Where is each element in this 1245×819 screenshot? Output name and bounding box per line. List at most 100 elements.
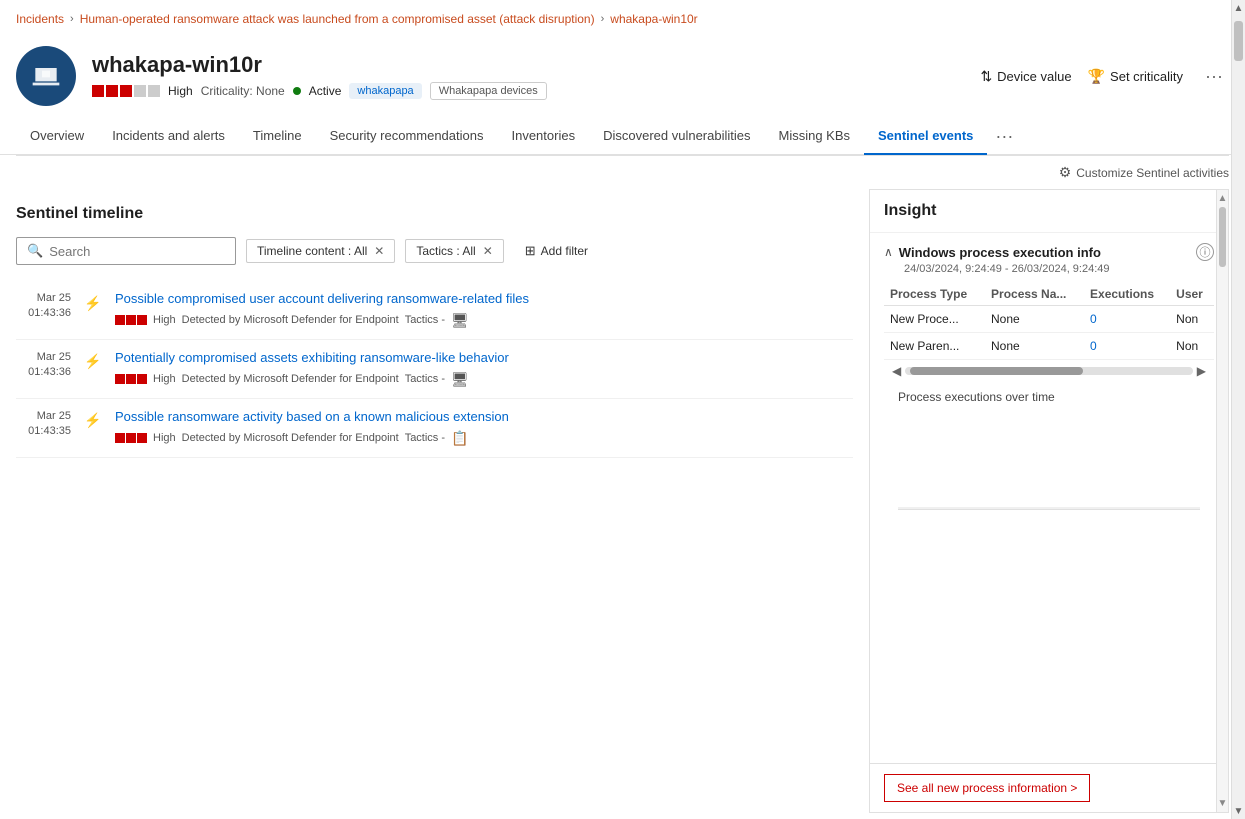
timeline-time-3: Mar 25 01:43:35: [16, 409, 71, 447]
chart-area: [898, 410, 1200, 510]
cell-process-type-1: New Proce...: [884, 306, 985, 333]
meta-source-3: Detected by Microsoft Defender for Endpo…: [182, 432, 399, 444]
meta-severity-1: [115, 315, 147, 325]
h-scroll-thumb: [910, 367, 1083, 375]
global-scroll-track[interactable]: [1232, 16, 1245, 803]
customize-label: Customize Sentinel activities: [1076, 166, 1229, 180]
header-actions: ⇅ Device value 🏆 Set criticality ···: [980, 64, 1229, 89]
tab-security-recommendations[interactable]: Security recommendations: [316, 118, 498, 155]
set-criticality-label: Set criticality: [1110, 69, 1183, 84]
left-panel: Sentinel timeline 🔍 Timeline content : A…: [0, 189, 869, 813]
content-area: Sentinel timeline 🔍 Timeline content : A…: [0, 189, 1245, 813]
tab-sentinel-events[interactable]: Sentinel events: [864, 118, 987, 155]
tactics-icon-1: 🖥: [451, 312, 469, 329]
more-options-btn[interactable]: ···: [1199, 64, 1229, 89]
timeline-hour-3: 01:43:35: [16, 424, 71, 439]
device-value-label: Device value: [997, 69, 1071, 84]
breadcrumb-incidents[interactable]: Incidents: [16, 12, 64, 26]
timeline-title-3[interactable]: Possible ransomware activity based on a …: [115, 409, 853, 426]
meta-sev-block: [115, 315, 125, 325]
sort-icon: ⇅: [980, 68, 992, 85]
global-scrollbar[interactable]: ▲ ▼: [1231, 0, 1245, 819]
global-scroll-down[interactable]: ▼: [1232, 803, 1245, 819]
tactics-filter[interactable]: Tactics : All ✕: [405, 239, 503, 263]
device-value-btn[interactable]: ⇅ Device value: [980, 68, 1071, 85]
timeline-content-close[interactable]: ✕: [374, 244, 384, 258]
info-icon[interactable]: ⓘ: [1196, 243, 1214, 261]
process-table-wrapper: Process Type Process Na... Executions Us…: [884, 283, 1214, 360]
timeline-meta-1: High Detected by Microsoft Defender for …: [115, 312, 853, 329]
tag-badge-2[interactable]: Whakapapa devices: [430, 82, 547, 100]
horizontal-scrollbar[interactable]: ◀ ▶: [884, 360, 1214, 382]
chart-section: Process executions over time: [884, 382, 1214, 518]
process-date-range: 24/03/2024, 9:24:49 - 26/03/2024, 9:24:4…: [884, 263, 1214, 275]
timeline-time-2: Mar 25 01:43:36: [16, 350, 71, 388]
meta-sev-block: [115, 374, 125, 384]
severity-indicator: [92, 85, 160, 97]
meta-sev-block: [126, 315, 136, 325]
tag-badge-1[interactable]: whakapapa: [349, 83, 421, 99]
h-scroll-left-arrow[interactable]: ◀: [892, 364, 901, 378]
alert-icon-3: ⚡: [81, 409, 105, 433]
cell-process-type-2: New Paren...: [884, 333, 985, 360]
tab-overview[interactable]: Overview: [16, 118, 98, 155]
timeline-date-3: Mar 25: [16, 409, 71, 424]
cell-user-1: Non: [1170, 306, 1214, 333]
timeline-hour-1: 01:43:36: [16, 306, 71, 321]
ins-scroll-down-arrow[interactable]: ▼: [1218, 795, 1228, 812]
tab-incidents-alerts[interactable]: Incidents and alerts: [98, 118, 239, 155]
global-scroll-up[interactable]: ▲: [1232, 0, 1245, 16]
insight-body: ∧ Windows process execution info ⓘ 24/03…: [870, 233, 1228, 763]
status-dot: [293, 87, 301, 95]
col-process-type: Process Type: [884, 283, 985, 306]
meta-sev-block: [137, 433, 147, 443]
add-filter-label: Add filter: [541, 244, 588, 258]
device-name: whakapa-win10r: [92, 52, 964, 78]
tab-inventories[interactable]: Inventories: [497, 118, 589, 155]
meta-severity-2: [115, 374, 147, 384]
chart-title: Process executions over time: [898, 390, 1200, 404]
add-filter-btn[interactable]: ⊞ Add filter: [514, 238, 599, 264]
device-meta: High Criticality: None Active whakapapa …: [92, 82, 964, 100]
collapse-arrow-icon[interactable]: ∧: [884, 245, 893, 259]
customize-sentinel-btn[interactable]: ⚙ Customize Sentinel activities: [1059, 164, 1229, 181]
filter-bar: 🔍 Timeline content : All ✕ Tactics : All…: [16, 237, 853, 265]
meta-sev-block: [137, 315, 147, 325]
nav-tabs: Overview Incidents and alerts Timeline S…: [0, 118, 1245, 155]
tab-timeline[interactable]: Timeline: [239, 118, 316, 155]
timeline-title-1[interactable]: Possible compromised user account delive…: [115, 291, 853, 308]
timeline-title-2[interactable]: Potentially compromised assets exhibitin…: [115, 350, 853, 367]
timeline-content-1: Possible compromised user account delive…: [115, 291, 853, 329]
insight-title: Insight: [870, 190, 1228, 233]
process-section: ∧ Windows process execution info ⓘ 24/03…: [870, 233, 1228, 528]
h-scroll-track[interactable]: [905, 367, 1193, 375]
timeline-content-2: Potentially compromised assets exhibitin…: [115, 350, 853, 388]
h-scroll-right-arrow[interactable]: ▶: [1197, 364, 1206, 378]
more-tabs-btn[interactable]: ···: [987, 126, 1021, 147]
timeline-time-1: Mar 25 01:43:36: [16, 291, 71, 329]
meta-sev-block: [137, 374, 147, 384]
meta-severity-label-1: High: [153, 314, 176, 326]
tab-discovered-vulnerabilities[interactable]: Discovered vulnerabilities: [589, 118, 764, 155]
timeline-meta-3: High Detected by Microsoft Defender for …: [115, 430, 853, 447]
insight-scrollbar[interactable]: ▲ ▼: [1216, 190, 1228, 812]
timeline-content-filter[interactable]: Timeline content : All ✕: [246, 239, 395, 263]
breadcrumb-incident-detail[interactable]: Human-operated ransomware attack was lau…: [80, 12, 595, 26]
search-input[interactable]: [49, 244, 225, 259]
see-all-link[interactable]: See all new process information >: [884, 774, 1090, 802]
table-header-row: Process Type Process Na... Executions Us…: [884, 283, 1214, 306]
tab-missing-kbs[interactable]: Missing KBs: [764, 118, 864, 155]
search-box[interactable]: 🔍: [16, 237, 236, 265]
ins-scroll-up-arrow[interactable]: ▲: [1218, 190, 1228, 207]
ins-scroll-track[interactable]: [1217, 207, 1228, 795]
process-section-header: ∧ Windows process execution info ⓘ: [884, 243, 1214, 261]
meta-sev-block: [126, 433, 136, 443]
meta-sev-block: [126, 374, 136, 384]
timeline-item: Mar 25 01:43:35 ⚡ Possible ransomware ac…: [16, 399, 853, 458]
cell-executions-2: 0: [1084, 333, 1170, 360]
device-icon: [16, 46, 76, 106]
tactics-close[interactable]: ✕: [483, 244, 493, 258]
cell-process-name-2: None: [985, 333, 1084, 360]
tactics-icon-3: 📋: [451, 430, 468, 447]
set-criticality-btn[interactable]: 🏆 Set criticality: [1088, 68, 1183, 85]
